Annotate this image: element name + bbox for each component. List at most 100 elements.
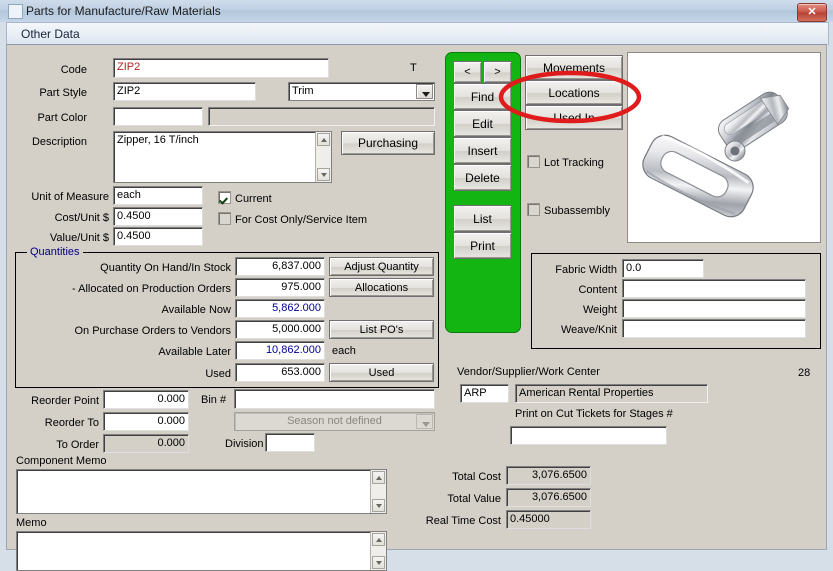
scroll-down-icon[interactable] — [317, 168, 330, 181]
lot-tracking-checkbox[interactable]: Lot Tracking — [527, 155, 604, 170]
memo-scrollbar[interactable] — [370, 532, 386, 570]
description-textarea[interactable]: Zipper, 16 T/inch — [113, 131, 332, 183]
qty-row-label-4: Available Later — [158, 346, 231, 358]
component-memo-textarea[interactable] — [16, 469, 387, 514]
lot-tracking-label: Lot Tracking — [544, 157, 604, 169]
qty-row-label-3: On Purchase Orders to Vendors — [74, 325, 231, 337]
checkbox-box — [218, 212, 231, 225]
navigation-panel: < > Find Edit Insert Delete List Print — [445, 52, 521, 333]
print-button[interactable]: Print — [453, 232, 512, 259]
qty-row-label-5: Used — [205, 368, 231, 380]
total-cost-label: Total Cost — [452, 471, 501, 483]
memo-textarea[interactable] — [16, 531, 387, 571]
scroll-down-icon[interactable] — [372, 499, 385, 512]
scroll-up-icon[interactable] — [317, 133, 330, 146]
zipper-pull-photo — [628, 53, 820, 242]
chevron-down-icon[interactable] — [416, 84, 433, 99]
current-checkbox[interactable]: Current — [218, 191, 272, 206]
total-cost-value: 3,076.6500 — [506, 466, 591, 485]
cost-only-checkbox[interactable]: For Cost Only/Service Item — [218, 212, 367, 227]
window-icon — [8, 4, 23, 19]
part-type-combo[interactable]: Trim — [288, 82, 435, 101]
weave-knit-input[interactable] — [622, 319, 806, 338]
cut-ticket-input[interactable] — [510, 426, 667, 445]
unit-of-measure-label: Unit of Measure — [31, 191, 109, 203]
total-value-label: Total Value — [447, 493, 501, 505]
part-image-box — [627, 52, 821, 243]
qty-row-value-5[interactable]: 653.000 — [235, 363, 325, 382]
component-memo-label: Component Memo — [16, 455, 107, 467]
fabric-width-input[interactable]: 0.0 — [622, 259, 704, 278]
bin-input[interactable] — [234, 389, 435, 409]
prev-record-button[interactable]: < — [453, 61, 482, 83]
vendor-name-display: American Rental Properties — [515, 384, 708, 403]
unit-of-measure-input[interactable]: each — [113, 186, 203, 205]
chevron-down-icon[interactable] — [416, 414, 433, 429]
purchasing-button[interactable]: Purchasing — [341, 131, 435, 155]
allocations-button[interactable]: Allocations — [329, 278, 434, 297]
part-color-input[interactable] — [113, 107, 203, 126]
next-record-button[interactable]: > — [483, 61, 512, 83]
used-in-button[interactable]: Used In — [525, 105, 623, 130]
scroll-up-icon[interactable] — [372, 471, 385, 484]
season-combo-value: Season not defined — [287, 415, 382, 427]
list-pos-button[interactable]: List PO's — [329, 320, 434, 339]
value-unit-input[interactable]: 0.4500 — [113, 227, 203, 246]
cost-unit-label: Cost/Unit $ — [54, 212, 109, 224]
tab-strip: Other Data — [6, 22, 829, 45]
component-memo-scrollbar[interactable] — [370, 470, 386, 513]
checkbox-box — [218, 191, 231, 204]
application-window: Parts for Manufacture/Raw Materials ✕ Ot… — [0, 0, 833, 571]
part-style-input[interactable]: ZIP2 — [113, 82, 256, 101]
reorder-to-label: Reorder To — [44, 417, 99, 429]
to-order-value: 0.000 — [103, 434, 189, 453]
memo-label: Memo — [16, 517, 47, 529]
used-button[interactable]: Used — [329, 363, 434, 382]
cost-only-label: For Cost Only/Service Item — [235, 214, 368, 226]
qty-row-value-3[interactable]: 5,000.000 — [235, 320, 325, 339]
find-button[interactable]: Find — [453, 83, 512, 110]
reorder-point-input[interactable]: 0.000 — [103, 390, 189, 409]
qty-row-value-4[interactable]: 10,862.000 — [235, 341, 325, 360]
season-combo[interactable]: Season not defined — [234, 412, 435, 431]
qty-unit-suffix: each — [332, 345, 356, 357]
checkbox-box — [527, 203, 540, 216]
division-input[interactable] — [265, 433, 315, 452]
total-value-value: 3,076.6500 — [506, 488, 591, 507]
list-button[interactable]: List — [453, 205, 512, 232]
to-order-label: To Order — [56, 439, 99, 451]
subassembly-checkbox[interactable]: Subassembly — [527, 203, 610, 218]
cost-unit-input[interactable]: 0.4500 — [113, 207, 203, 226]
tab-other-data[interactable]: Other Data — [7, 23, 94, 45]
vendor-code-input[interactable]: ARP — [460, 384, 509, 403]
subassembly-label: Subassembly — [544, 205, 611, 217]
qty-row-value-2[interactable]: 5,862.000 — [235, 299, 325, 318]
qty-row-value-1[interactable]: 975.000 — [235, 278, 325, 297]
value-unit-label: Value/Unit $ — [49, 232, 109, 244]
adjust-quantity-button[interactable]: Adjust Quantity — [329, 257, 434, 276]
weight-input[interactable] — [622, 299, 806, 318]
qty-row-label-0: Quantity On Hand/In Stock — [100, 262, 231, 274]
part-style-label: Part Style — [39, 87, 87, 99]
weave-knit-label: Weave/Knit — [560, 324, 617, 336]
bin-label: Bin # — [201, 394, 227, 406]
record-number: 28 — [798, 367, 811, 379]
movements-button[interactable]: Movements — [525, 55, 623, 80]
window-title: Parts for Manufacture/Raw Materials — [26, 4, 221, 18]
qty-row-value-0[interactable]: 6,837.000 — [235, 257, 325, 276]
reorder-to-input[interactable]: 0.000 — [103, 412, 189, 431]
insert-button[interactable]: Insert — [453, 137, 512, 164]
scroll-down-icon[interactable] — [372, 556, 385, 569]
content-label: Content — [578, 284, 617, 296]
delete-button[interactable]: Delete — [453, 164, 512, 191]
description-scrollbar[interactable] — [315, 132, 331, 182]
content-input[interactable] — [622, 279, 806, 298]
scroll-up-icon[interactable] — [372, 533, 385, 546]
title-bar: Parts for Manufacture/Raw Materials ✕ — [0, 0, 833, 22]
real-time-cost-label: Real Time Cost — [425, 515, 501, 527]
close-button[interactable]: ✕ — [797, 3, 827, 22]
edit-button[interactable]: Edit — [453, 110, 512, 137]
code-input[interactable]: ZIP2 — [113, 58, 329, 78]
locations-button[interactable]: Locations — [525, 80, 623, 105]
checkbox-box — [527, 155, 540, 168]
